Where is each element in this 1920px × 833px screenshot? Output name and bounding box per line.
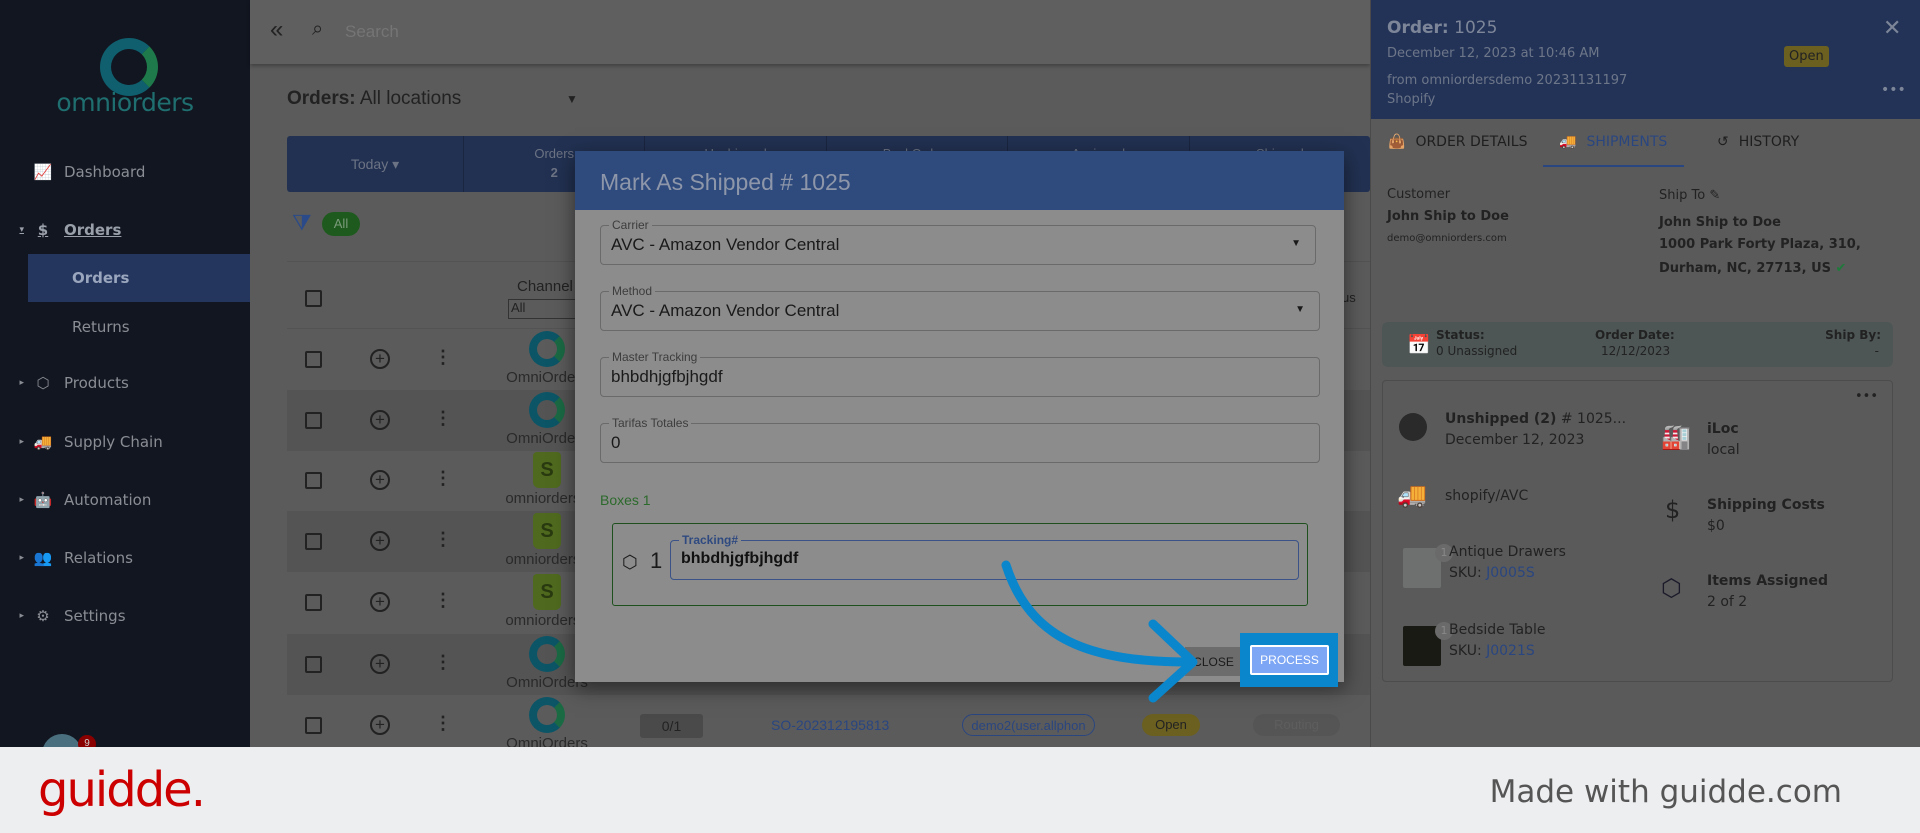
calendar-icon: 📅 — [1407, 334, 1431, 356]
verified-check-icon: ✔ — [1835, 261, 1847, 276]
more-icon[interactable]: ••• — [1881, 82, 1906, 98]
tab-order-details[interactable]: 👜 ORDER DETAILS — [1388, 134, 1527, 150]
made-with-text: Made with guidde.com — [1489, 774, 1842, 810]
shipment-card: ••• Unshipped (2) # 1025... December 12,… — [1382, 380, 1893, 682]
more-icon[interactable]: ••• — [1855, 389, 1878, 404]
edit-icon[interactable]: ✎ — [1709, 188, 1720, 203]
sku-link[interactable]: J0021S — [1486, 643, 1535, 659]
truck-icon: 🚚 — [1397, 481, 1427, 509]
status-band: 📅 Status: 0 Unassigned Order Date: 12/12… — [1382, 322, 1893, 367]
close-icon[interactable]: ✕ — [1883, 16, 1901, 41]
guidde-logo: guidde. — [38, 762, 206, 818]
order-detail-panel: Order: 1025 December 12, 2023 at 10:46 A… — [1370, 0, 1920, 747]
tab-history[interactable]: ↺ HISTORY — [1717, 134, 1799, 150]
sku-link[interactable]: J0005S — [1486, 565, 1535, 581]
active-tab-indicator — [1543, 165, 1684, 167]
dollar-icon: $ — [1665, 496, 1681, 524]
status-badge: Open — [1784, 46, 1829, 67]
warehouse-icon: 🏭 — [1661, 423, 1691, 451]
box-open-icon: ⬡ — [1661, 574, 1682, 602]
history-icon: ↺ — [1717, 134, 1729, 150]
truck-icon: 🚚 — [1559, 134, 1577, 150]
panel-header: Order: 1025 December 12, 2023 at 10:46 A… — [1371, 0, 1920, 119]
tab-shipments[interactable]: 🚚 SHIPMENTS — [1559, 134, 1667, 150]
bag-icon: 👜 — [1388, 134, 1406, 150]
clock-icon — [1399, 413, 1427, 441]
